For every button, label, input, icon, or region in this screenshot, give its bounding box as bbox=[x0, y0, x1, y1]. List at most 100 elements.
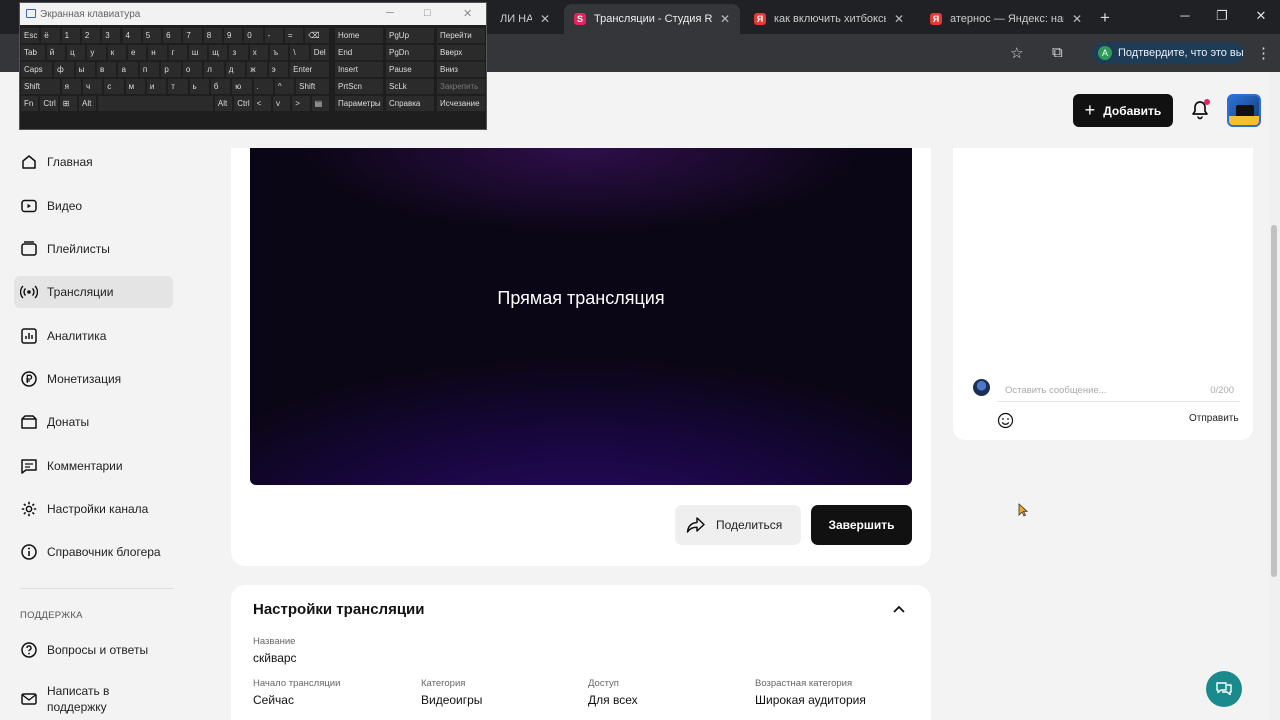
osk-key[interactable]: 9 bbox=[224, 28, 243, 43]
osk-key[interactable]: и bbox=[146, 79, 167, 94]
osk-key[interactable]: э bbox=[268, 62, 289, 77]
close-tab-icon[interactable]: ✕ bbox=[540, 12, 550, 26]
browser-tab[interactable]: Я как включить хитбоксы в ✕ bbox=[744, 4, 914, 34]
sidebar-item-video[interactable]: Видео bbox=[14, 190, 173, 222]
osk-key[interactable]: > bbox=[292, 96, 310, 111]
osk-key[interactable]: у bbox=[87, 45, 106, 60]
osk-key[interactable]: Tab bbox=[21, 45, 45, 60]
osk-key[interactable]: ч bbox=[82, 79, 103, 94]
sidebar-item-channel-settings[interactable]: Настройки канала bbox=[14, 493, 173, 525]
user-avatar[interactable] bbox=[1227, 94, 1261, 127]
osk-nav-key[interactable]: Вниз bbox=[437, 62, 485, 77]
osk-key[interactable]: = bbox=[284, 28, 304, 43]
osk-key[interactable]: ы bbox=[75, 62, 95, 77]
browser-tab[interactable]: Я атернос — Яндекс: нашлось ✕ bbox=[920, 4, 1092, 34]
osk-key[interactable]: ^ bbox=[274, 79, 295, 94]
osk-nav-key[interactable]: Исчезание bbox=[437, 96, 485, 111]
osk-minimize-icon[interactable]: ─ bbox=[386, 7, 394, 19]
osk-key[interactable]: 3 bbox=[102, 28, 121, 43]
sidebar-item-playlists[interactable]: Плейлисты bbox=[14, 233, 173, 265]
scrollbar-thumb[interactable] bbox=[1271, 225, 1277, 577]
osk-key[interactable]: Ctrl bbox=[40, 96, 58, 111]
osk-key[interactable]: Shift bbox=[296, 79, 329, 94]
maximize-window-icon[interactable]: ❐ bbox=[1212, 8, 1232, 24]
support-chat-button[interactable] bbox=[1206, 671, 1242, 707]
osk-nav-key[interactable]: Перейти bbox=[437, 28, 485, 43]
close-tab-icon[interactable]: ✕ bbox=[894, 12, 904, 26]
sidebar-item-monetization[interactable]: Монетизация bbox=[14, 363, 173, 395]
osk-nav-key[interactable]: Home bbox=[335, 28, 383, 43]
profile-verify-button[interactable]: А Подтвердите, что это вы bbox=[1092, 42, 1244, 64]
osk-key[interactable]: 0 bbox=[244, 28, 263, 43]
osk-key[interactable]: о bbox=[182, 62, 203, 77]
share-button[interactable]: Поделиться bbox=[675, 505, 801, 545]
osk-key[interactable]: л bbox=[204, 62, 224, 77]
osk-key[interactable]: р bbox=[161, 62, 181, 77]
osk-key[interactable]: в bbox=[97, 62, 117, 77]
sidebar-item-broadcasts[interactable]: Трансляции bbox=[14, 276, 173, 308]
osk-key[interactable]: п bbox=[139, 62, 160, 77]
osk-nav-key[interactable]: Insert bbox=[335, 62, 383, 77]
new-tab-button[interactable]: + bbox=[1100, 8, 1110, 28]
bookmark-star-icon[interactable]: ☆ bbox=[1010, 44, 1023, 62]
osk-key[interactable]: Ctrl bbox=[234, 96, 252, 111]
osk-key[interactable]: Caps bbox=[21, 62, 53, 77]
osk-key[interactable]: ш bbox=[188, 45, 208, 60]
osk-key[interactable]: й bbox=[46, 45, 66, 60]
osk-key[interactable]: Alt bbox=[79, 96, 97, 111]
osk-key[interactable]: 5 bbox=[142, 28, 162, 43]
osk-key[interactable]: х bbox=[249, 45, 269, 60]
extensions-icon[interactable]: ⧉ bbox=[1052, 44, 1063, 61]
osk-nav-key[interactable]: PgUp bbox=[386, 28, 434, 43]
sidebar-item-home[interactable]: Главная bbox=[14, 146, 173, 178]
osk-nav-key[interactable]: Параметры bbox=[335, 96, 383, 111]
osk-key[interactable]: щ bbox=[209, 45, 228, 60]
osk-nav-key[interactable]: Pause bbox=[386, 62, 434, 77]
osk-key[interactable]: Del bbox=[310, 45, 329, 60]
osk-key[interactable]: 6 bbox=[163, 28, 182, 43]
osk-key[interactable]: - bbox=[264, 28, 283, 43]
osk-nav-key[interactable]: ScLk bbox=[386, 79, 434, 94]
osk-key[interactable]: . bbox=[253, 79, 273, 94]
browser-tab[interactable]: ЛИ НА 10... ✕ bbox=[490, 4, 560, 34]
add-button[interactable]: + Добавить bbox=[1073, 94, 1173, 127]
osk-key[interactable]: ж bbox=[247, 62, 267, 77]
osk-key[interactable]: ю bbox=[232, 79, 252, 94]
osk-key[interactable]: < bbox=[253, 96, 271, 111]
osk-key[interactable]: ⌫ bbox=[305, 28, 329, 43]
osk-key[interactable]: 7 bbox=[183, 28, 202, 43]
osk-nav-key[interactable]: Закрепить bbox=[437, 79, 485, 94]
close-tab-icon[interactable]: ✕ bbox=[720, 12, 730, 26]
close-tab-icon[interactable]: ✕ bbox=[1072, 12, 1082, 26]
osk-nav-key[interactable]: Справка bbox=[386, 96, 434, 111]
osk-key[interactable]: Enter bbox=[290, 62, 329, 77]
osk-key[interactable]: ф bbox=[54, 62, 74, 77]
stream-preview[interactable]: Прямая трансляция bbox=[250, 148, 912, 485]
minimize-window-icon[interactable]: ─ bbox=[1175, 8, 1195, 23]
osk-key[interactable]: б bbox=[210, 79, 231, 94]
osk-key[interactable]: 2 bbox=[81, 28, 101, 43]
osk-key[interactable]: ▤ bbox=[311, 96, 329, 111]
chevron-up-icon[interactable] bbox=[892, 604, 906, 614]
osk-key[interactable]: ъ bbox=[270, 45, 289, 60]
browser-menu-icon[interactable]: ⋮ bbox=[1256, 44, 1271, 62]
emoji-icon[interactable] bbox=[997, 412, 1014, 429]
osk-key[interactable]: Fn bbox=[21, 96, 39, 111]
osk-maximize-icon[interactable]: □ bbox=[424, 7, 431, 19]
osk-key[interactable]: 1 bbox=[61, 28, 80, 43]
osk-key[interactable]: я bbox=[61, 79, 81, 94]
osk-nav-key[interactable]: Вверх bbox=[437, 45, 485, 60]
osk-nav-key[interactable]: PrtScn bbox=[335, 79, 383, 94]
osk-close-icon[interactable]: ✕ bbox=[463, 7, 472, 20]
osk-key[interactable]: а bbox=[118, 62, 138, 77]
osk-key[interactable]: 8 bbox=[203, 28, 222, 43]
osk-key[interactable]: ⊞ bbox=[59, 96, 78, 111]
osk-key[interactable] bbox=[98, 96, 213, 111]
osk-key[interactable]: v bbox=[272, 96, 291, 111]
osk-key[interactable]: к bbox=[107, 45, 126, 60]
osk-key[interactable]: ь bbox=[189, 79, 209, 94]
osk-key[interactable]: т bbox=[168, 79, 188, 94]
osk-key[interactable]: ё bbox=[41, 28, 60, 43]
osk-nav-key[interactable]: PgDn bbox=[386, 45, 434, 60]
osk-key[interactable]: Shift bbox=[21, 79, 60, 94]
